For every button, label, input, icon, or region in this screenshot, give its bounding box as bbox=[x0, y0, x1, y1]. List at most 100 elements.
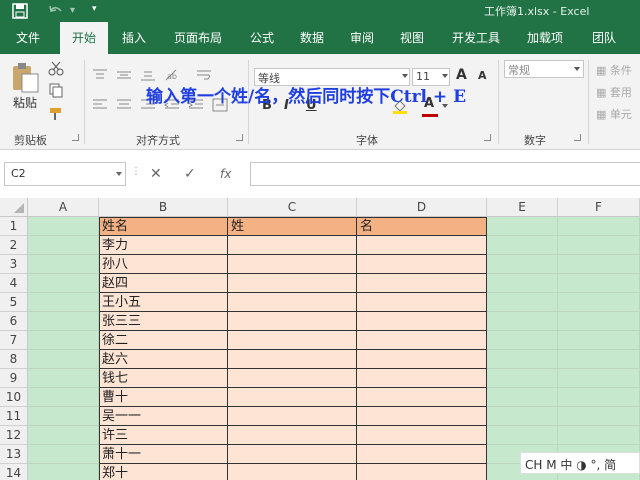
cell-b3[interactable]: 孙八 bbox=[99, 255, 228, 274]
cell-f1[interactable] bbox=[558, 217, 640, 236]
cell-a9[interactable] bbox=[28, 369, 99, 388]
cell-a5[interactable] bbox=[28, 293, 99, 312]
tab-formulas[interactable]: 公式 bbox=[240, 22, 284, 54]
align-left-icon[interactable] bbox=[92, 98, 108, 112]
align-center-icon[interactable] bbox=[116, 98, 132, 112]
cell-a3[interactable] bbox=[28, 255, 99, 274]
cell-a13[interactable] bbox=[28, 445, 99, 464]
cell-a4[interactable] bbox=[28, 274, 99, 293]
orientation-icon[interactable]: ab bbox=[164, 68, 180, 82]
cell-a12[interactable] bbox=[28, 426, 99, 445]
cell-d10[interactable] bbox=[357, 388, 487, 407]
name-box-chevron-down-icon[interactable] bbox=[116, 172, 122, 176]
cell-d6[interactable] bbox=[357, 312, 487, 331]
cell-a14[interactable] bbox=[28, 464, 99, 480]
cut-icon[interactable] bbox=[48, 60, 64, 76]
cell-b6[interactable]: 张三三 bbox=[99, 312, 228, 331]
cell-f4[interactable] bbox=[558, 274, 640, 293]
row-header-2[interactable]: 2 bbox=[0, 236, 28, 255]
cell-f10[interactable] bbox=[558, 388, 640, 407]
cell-c6[interactable] bbox=[228, 312, 357, 331]
cell-c11[interactable] bbox=[228, 407, 357, 426]
cell-c10[interactable] bbox=[228, 388, 357, 407]
cell-c4[interactable] bbox=[228, 274, 357, 293]
cell-d8[interactable] bbox=[357, 350, 487, 369]
increase-font-size-icon[interactable]: A bbox=[456, 67, 467, 83]
cell-d13[interactable] bbox=[357, 445, 487, 464]
clipboard-launcher-icon[interactable] bbox=[72, 134, 79, 141]
enter-icon[interactable]: ✓ bbox=[184, 166, 196, 182]
format-painter-icon[interactable] bbox=[48, 106, 64, 122]
tab-review[interactable]: 审阅 bbox=[340, 22, 384, 54]
row-header-14[interactable]: 14 bbox=[0, 464, 28, 480]
row-header-6[interactable]: 6 bbox=[0, 312, 28, 331]
font-launcher-icon[interactable] bbox=[484, 134, 491, 141]
cell-b12[interactable]: 许三 bbox=[99, 426, 228, 445]
tab-team[interactable]: 团队 bbox=[584, 22, 624, 54]
select-all-button[interactable] bbox=[0, 198, 28, 217]
cell-a7[interactable] bbox=[28, 331, 99, 350]
cell-c14[interactable] bbox=[228, 464, 357, 480]
redo-icon[interactable]: ▾ bbox=[70, 5, 75, 16]
cell-b10[interactable]: 曹十 bbox=[99, 388, 228, 407]
cell-e4[interactable] bbox=[487, 274, 558, 293]
formula-bar-resize-handle[interactable]: ⋮ bbox=[131, 166, 141, 177]
align-top-icon[interactable] bbox=[92, 68, 108, 82]
column-header-d[interactable]: D bbox=[357, 198, 487, 217]
save-icon[interactable] bbox=[12, 3, 28, 19]
cell-c9[interactable] bbox=[228, 369, 357, 388]
cell-c2[interactable] bbox=[228, 236, 357, 255]
row-header-8[interactable]: 8 bbox=[0, 350, 28, 369]
tab-add-ins[interactable]: 加载项 bbox=[520, 22, 570, 54]
number-launcher-icon[interactable] bbox=[574, 134, 581, 141]
cell-e11[interactable] bbox=[487, 407, 558, 426]
tab-developer[interactable]: 开发工具 bbox=[444, 22, 508, 54]
worksheet-grid[interactable]: ABCDEF 1 2 3 4 5 6 7 8 9 10 11 12 13 14 姓名姓名李力 孙八 赵四 王小五… bbox=[0, 198, 640, 480]
tab-insert[interactable]: 插入 bbox=[112, 22, 156, 54]
cell-e8[interactable] bbox=[487, 350, 558, 369]
column-header-e[interactable]: E bbox=[487, 198, 558, 217]
cell-f3[interactable] bbox=[558, 255, 640, 274]
formula-input[interactable] bbox=[250, 162, 640, 186]
cell-b4[interactable]: 赵四 bbox=[99, 274, 228, 293]
row-header-11[interactable]: 11 bbox=[0, 407, 28, 426]
alignment-launcher-icon[interactable] bbox=[236, 134, 243, 141]
cell-a11[interactable] bbox=[28, 407, 99, 426]
cell-b11[interactable]: 吴一一 bbox=[99, 407, 228, 426]
row-header-10[interactable]: 10 bbox=[0, 388, 28, 407]
cell-f12[interactable] bbox=[558, 426, 640, 445]
cell-c12[interactable] bbox=[228, 426, 357, 445]
row-header-4[interactable]: 4 bbox=[0, 274, 28, 293]
row-header-5[interactable]: 5 bbox=[0, 293, 28, 312]
cell-e2[interactable] bbox=[487, 236, 558, 255]
font-size-chevron-down-icon[interactable] bbox=[442, 74, 448, 78]
cell-f8[interactable] bbox=[558, 350, 640, 369]
align-middle-icon[interactable] bbox=[116, 68, 132, 82]
cell-d2[interactable] bbox=[357, 236, 487, 255]
font-name-chevron-down-icon[interactable] bbox=[402, 74, 408, 78]
cell-d11[interactable] bbox=[357, 407, 487, 426]
cell-styles-button[interactable]: ▦ 单元 bbox=[596, 106, 632, 122]
cell-c13[interactable] bbox=[228, 445, 357, 464]
cell-a6[interactable] bbox=[28, 312, 99, 331]
cell-f6[interactable] bbox=[558, 312, 640, 331]
row-header-12[interactable]: 12 bbox=[0, 426, 28, 445]
cell-b13[interactable]: 萧十一 bbox=[99, 445, 228, 464]
cell-c7[interactable] bbox=[228, 331, 357, 350]
cell-a10[interactable] bbox=[28, 388, 99, 407]
paste-label[interactable]: 粘贴 bbox=[13, 94, 37, 111]
cell-e6[interactable] bbox=[487, 312, 558, 331]
cell-f9[interactable] bbox=[558, 369, 640, 388]
cell-d14[interactable] bbox=[357, 464, 487, 480]
cell-b14[interactable]: 郑十 bbox=[99, 464, 228, 480]
number-format-chevron-down-icon[interactable] bbox=[574, 67, 580, 71]
column-header-b[interactable]: B bbox=[99, 198, 228, 217]
cell-f7[interactable] bbox=[558, 331, 640, 350]
cell-d5[interactable] bbox=[357, 293, 487, 312]
cell-e9[interactable] bbox=[487, 369, 558, 388]
tab-page-layout[interactable]: 页面布局 bbox=[168, 22, 228, 54]
row-header-9[interactable]: 9 bbox=[0, 369, 28, 388]
row-header-3[interactable]: 3 bbox=[0, 255, 28, 274]
cell-c3[interactable] bbox=[228, 255, 357, 274]
cell-b1[interactable]: 姓名 bbox=[99, 217, 228, 236]
